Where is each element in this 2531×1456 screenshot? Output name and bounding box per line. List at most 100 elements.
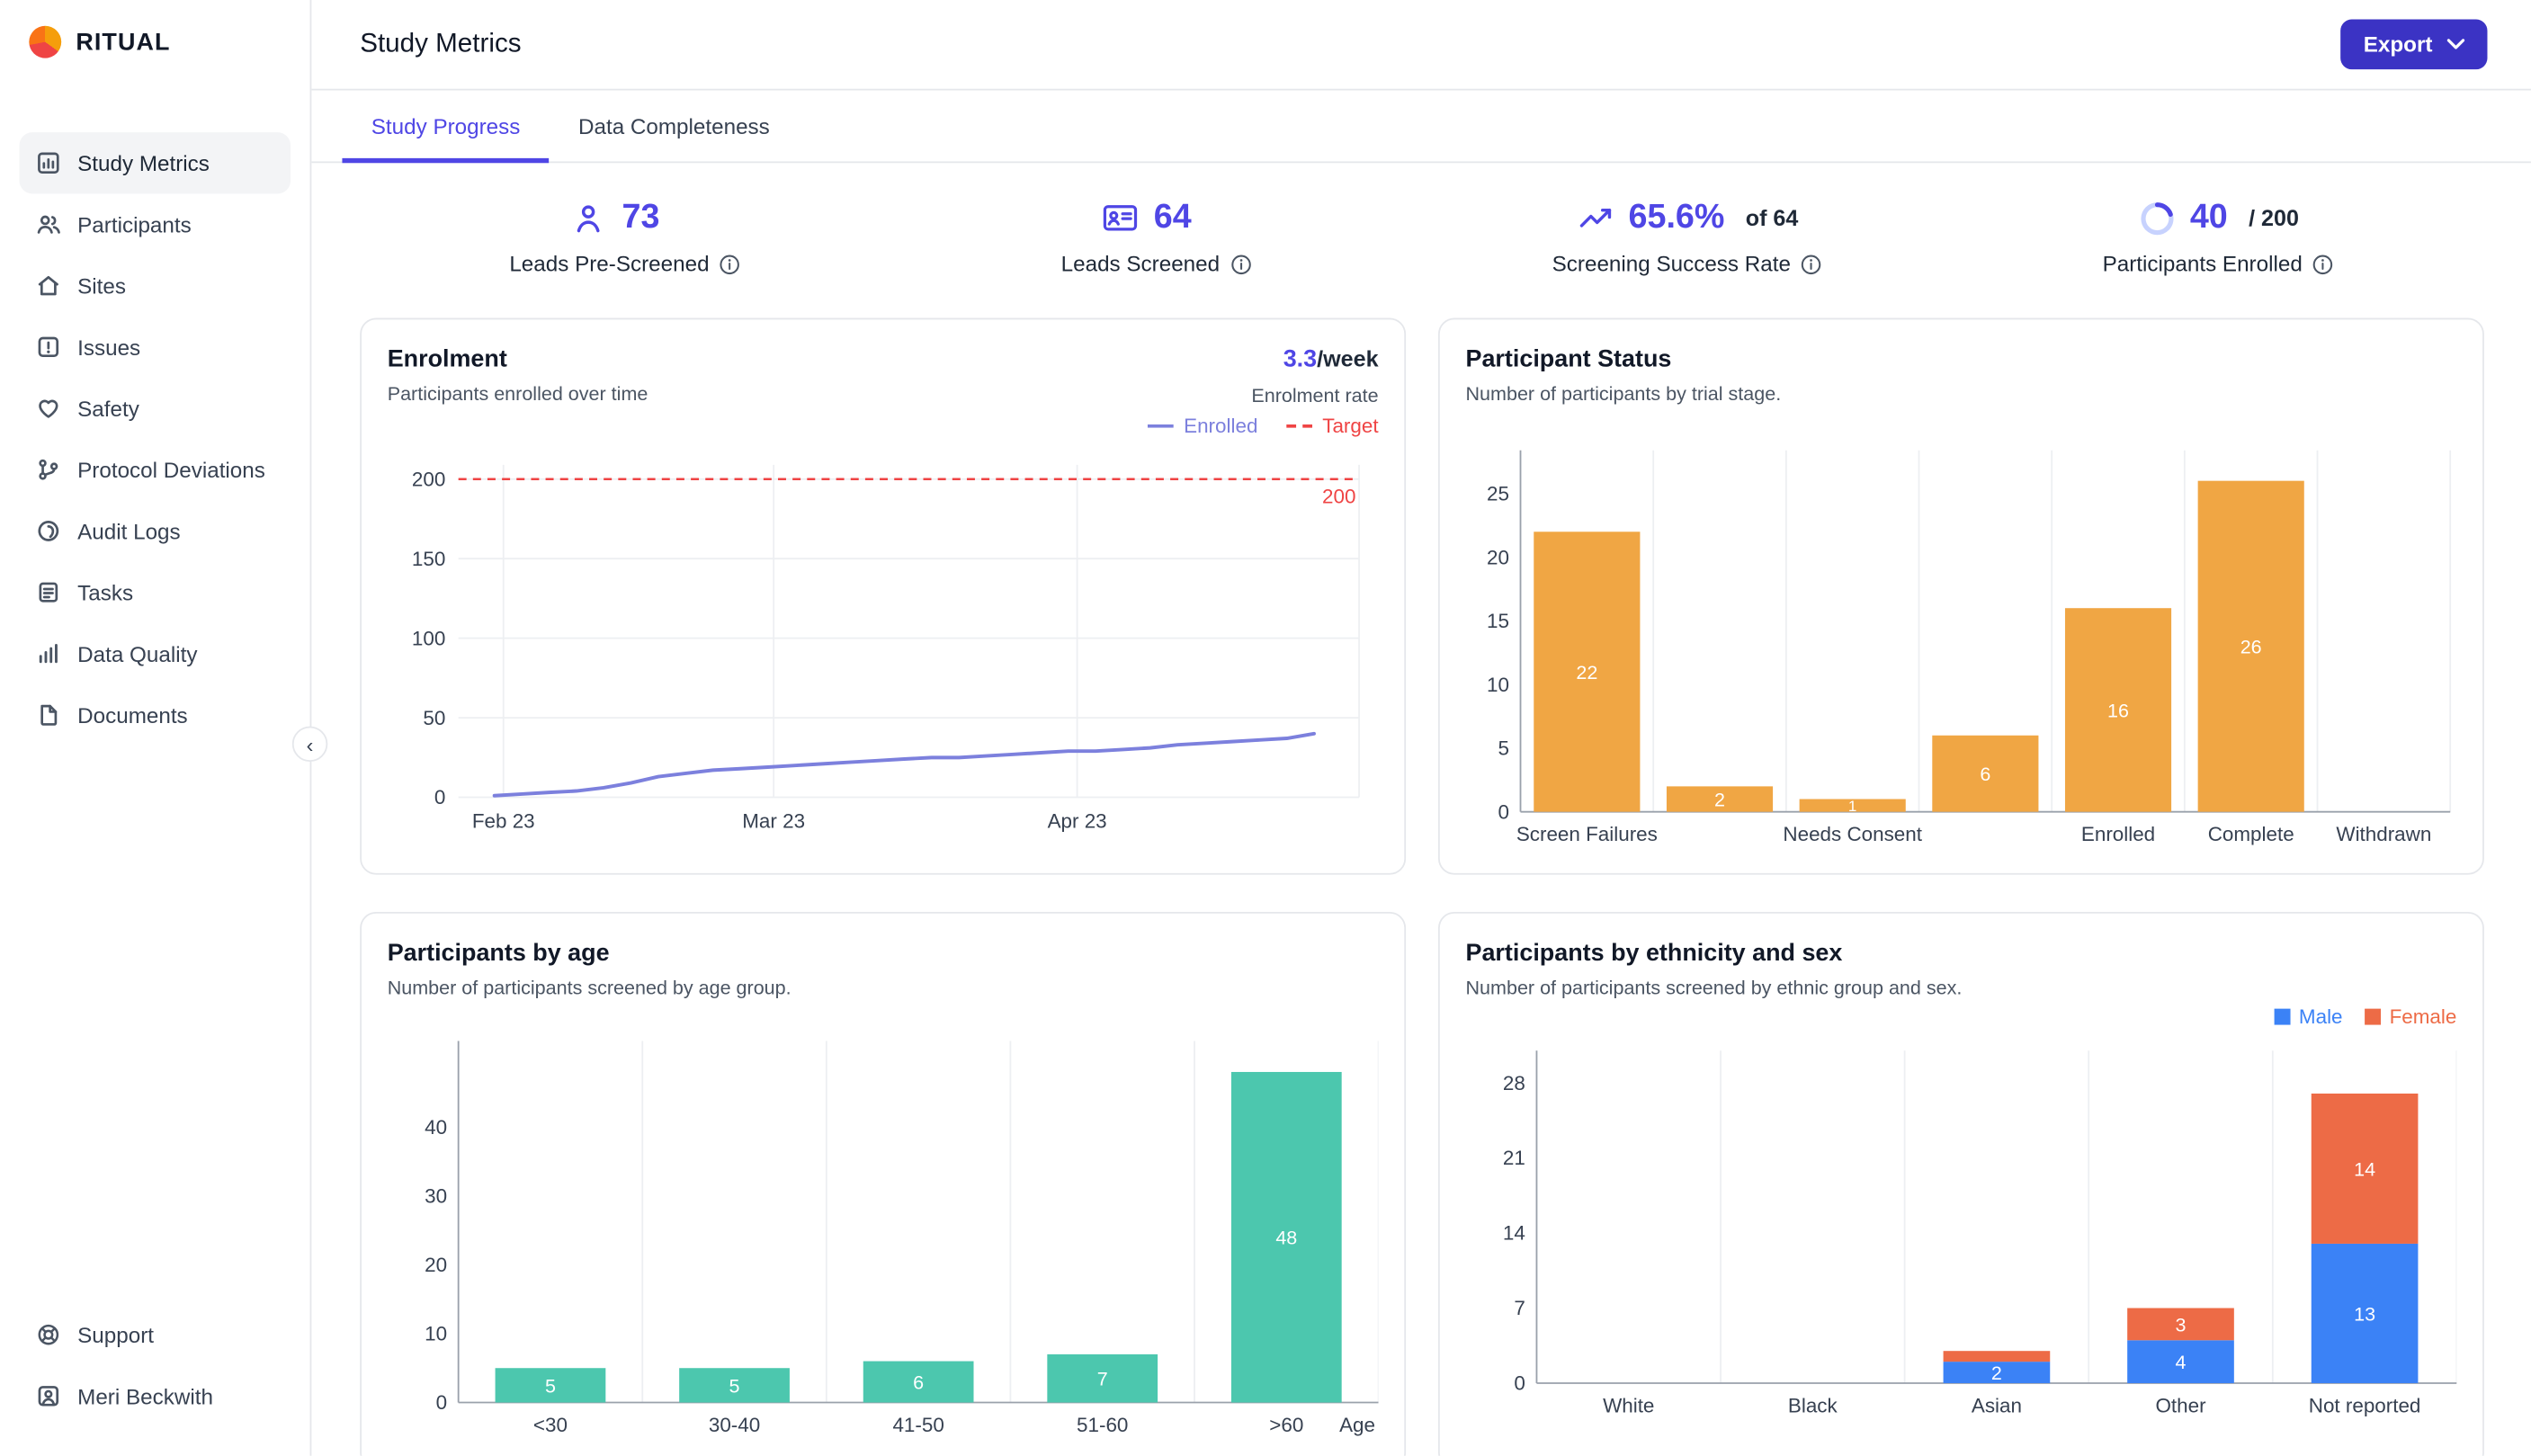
user-icon <box>35 1383 61 1409</box>
stat-label: Leads Screened <box>1060 251 1221 276</box>
id-card-icon <box>1103 205 1137 231</box>
stat-value: 64 <box>1153 198 1192 237</box>
sidebar-item-label: Support <box>77 1322 155 1347</box>
sidebar-item-documents[interactable]: Documents <box>20 684 291 746</box>
card-enrolment: Enrolment Participants enrolled over tim… <box>360 317 1407 875</box>
stat-participants-enrolled: 40 / 200 Participants Enrolled <box>1953 199 2483 276</box>
tab-study-progress[interactable]: Study Progress <box>342 90 550 164</box>
sidebar-item-protocol-deviations[interactable]: Protocol Deviations <box>20 439 291 500</box>
svg-text:15: 15 <box>1487 610 1509 632</box>
card-subtitle: Number of participants screened by ethni… <box>1465 976 1963 999</box>
sidebar-item-data-quality[interactable]: Data Quality <box>20 623 291 684</box>
sidebar-item-participants[interactable]: Participants <box>20 193 291 255</box>
study-metrics-icon <box>35 150 61 176</box>
svg-text:5: 5 <box>729 1375 740 1397</box>
info-icon[interactable] <box>1230 253 1252 275</box>
sidebar-item-user[interactable]: Meri Beckwith <box>20 1365 291 1426</box>
svg-text:40: 40 <box>425 1116 447 1139</box>
svg-text:16: 16 <box>2107 700 2129 721</box>
female-swatch <box>2365 1008 2382 1025</box>
sidebar-item-audit-logs[interactable]: Audit Logs <box>20 500 291 561</box>
support-icon <box>35 1322 61 1348</box>
svg-text:Other: Other <box>2155 1394 2206 1416</box>
topbar: Study Metrics Export <box>311 0 2531 91</box>
sidebar-item-issues[interactable]: Issues <box>20 317 291 378</box>
brand-logo-icon <box>29 25 62 58</box>
svg-text:>60: >60 <box>1269 1414 1303 1436</box>
card-participant-status: Participant Status Number of participant… <box>1437 317 2484 875</box>
svg-text:0: 0 <box>434 786 445 808</box>
enrolled-line-swatch <box>1148 424 1175 428</box>
sidebar: RITUAL Study Metrics Participants Sites … <box>0 0 328 1456</box>
sidebar-item-study-metrics[interactable]: Study Metrics <box>19 132 291 194</box>
ethnicity-legend: Male Female <box>1465 1002 2456 1031</box>
data-quality-icon <box>35 640 61 666</box>
svg-text:Feb 23: Feb 23 <box>472 810 535 833</box>
content: 73 Leads Pre-Screened 64 Leads Screened … <box>311 163 2531 1456</box>
sidebar-item-sites[interactable]: Sites <box>20 255 291 317</box>
sidebar-item-label: Sites <box>77 273 127 299</box>
protocol-deviations-icon <box>35 457 61 483</box>
export-button-label: Export <box>2363 31 2433 57</box>
safety-icon <box>35 396 61 422</box>
svg-text:14: 14 <box>1503 1222 1525 1245</box>
info-icon[interactable] <box>719 253 741 275</box>
chevron-down-icon <box>2446 39 2465 49</box>
sidebar-collapse-button[interactable]: ‹ <box>291 726 328 763</box>
svg-text:2: 2 <box>1714 789 1725 810</box>
tab-bar: Study Progress Data Completeness <box>311 90 2531 164</box>
sidebar-item-label: Data Quality <box>77 641 198 666</box>
svg-text:200: 200 <box>1322 486 1355 508</box>
stat-suffix: / 200 <box>2249 204 2299 231</box>
legend-male: Male <box>2274 1005 2343 1028</box>
stat-label: Leads Pre-Screened <box>509 251 710 276</box>
svg-text:1: 1 <box>1848 798 1856 815</box>
svg-text:48: 48 <box>1275 1228 1297 1249</box>
svg-text:5: 5 <box>545 1375 556 1397</box>
stat-leads-prescreened: 73 Leads Pre-Screened <box>360 199 890 276</box>
svg-text:Withdrawn: Withdrawn <box>2336 823 2431 845</box>
ethnicity-stacked-bar-chart: 0 7 14 21 28 White Black 2 Asian 4 3 Other 13 14 Not r… <box>1503 1050 2458 1416</box>
svg-text:22: 22 <box>1576 662 1597 683</box>
svg-text:14: 14 <box>2354 1158 2375 1180</box>
sidebar-item-label: Tasks <box>77 580 134 605</box>
info-icon[interactable] <box>2312 253 2335 275</box>
svg-text:150: 150 <box>412 548 445 570</box>
sidebar-item-label: Study Metrics <box>77 150 210 175</box>
legend-female: Female <box>2365 1005 2456 1028</box>
svg-text:200: 200 <box>412 468 445 490</box>
svg-text:50: 50 <box>423 707 445 729</box>
male-swatch <box>2274 1008 2291 1025</box>
enrolment-rate: 3.3/week Enrolment rate <box>1251 345 1379 407</box>
svg-text:0: 0 <box>436 1391 447 1414</box>
svg-text:Needs Consent: Needs Consent <box>1783 823 1922 845</box>
sidebar-item-support[interactable]: Support <box>20 1304 291 1365</box>
person-icon <box>577 204 601 232</box>
svg-text:7: 7 <box>1514 1297 1525 1319</box>
enrolment-legend: Enrolled Target <box>388 410 1379 442</box>
svg-text:10: 10 <box>425 1323 447 1345</box>
main-area: Study Metrics Export Study Progress Data… <box>311 0 2531 1456</box>
target-line-swatch <box>1286 424 1313 428</box>
svg-text:28: 28 <box>1503 1072 1525 1094</box>
sidebar-item-safety[interactable]: Safety <box>20 378 291 439</box>
trend-up-icon <box>1579 208 1611 227</box>
svg-text:51-60: 51-60 <box>1077 1414 1128 1436</box>
stat-value: 73 <box>622 198 660 237</box>
card-title: Participant Status <box>1465 345 1672 373</box>
sidebar-item-tasks[interactable]: Tasks <box>20 562 291 623</box>
svg-text:Mar 23: Mar 23 <box>742 810 805 833</box>
tab-data-completeness[interactable]: Data Completeness <box>550 90 799 161</box>
enrolment-line-chart: 0 50 100 150 200 Feb 23 Mar 23 Apr 23 200 <box>412 464 1360 833</box>
svg-text:100: 100 <box>412 627 445 649</box>
export-button[interactable]: Export <box>2340 19 2488 70</box>
svg-text:Asian: Asian <box>1972 1394 2022 1416</box>
card-participants-by-age: Participants by age Number of participan… <box>360 911 1407 1456</box>
svg-text:3: 3 <box>2176 1314 2187 1335</box>
page-title: Study Metrics <box>360 29 522 58</box>
audit-logs-icon <box>35 518 61 544</box>
svg-text:13: 13 <box>2354 1303 2375 1325</box>
svg-text:White: White <box>1603 1394 1654 1416</box>
info-icon[interactable] <box>1801 253 1823 275</box>
svg-text:Black: Black <box>1788 1394 1838 1416</box>
